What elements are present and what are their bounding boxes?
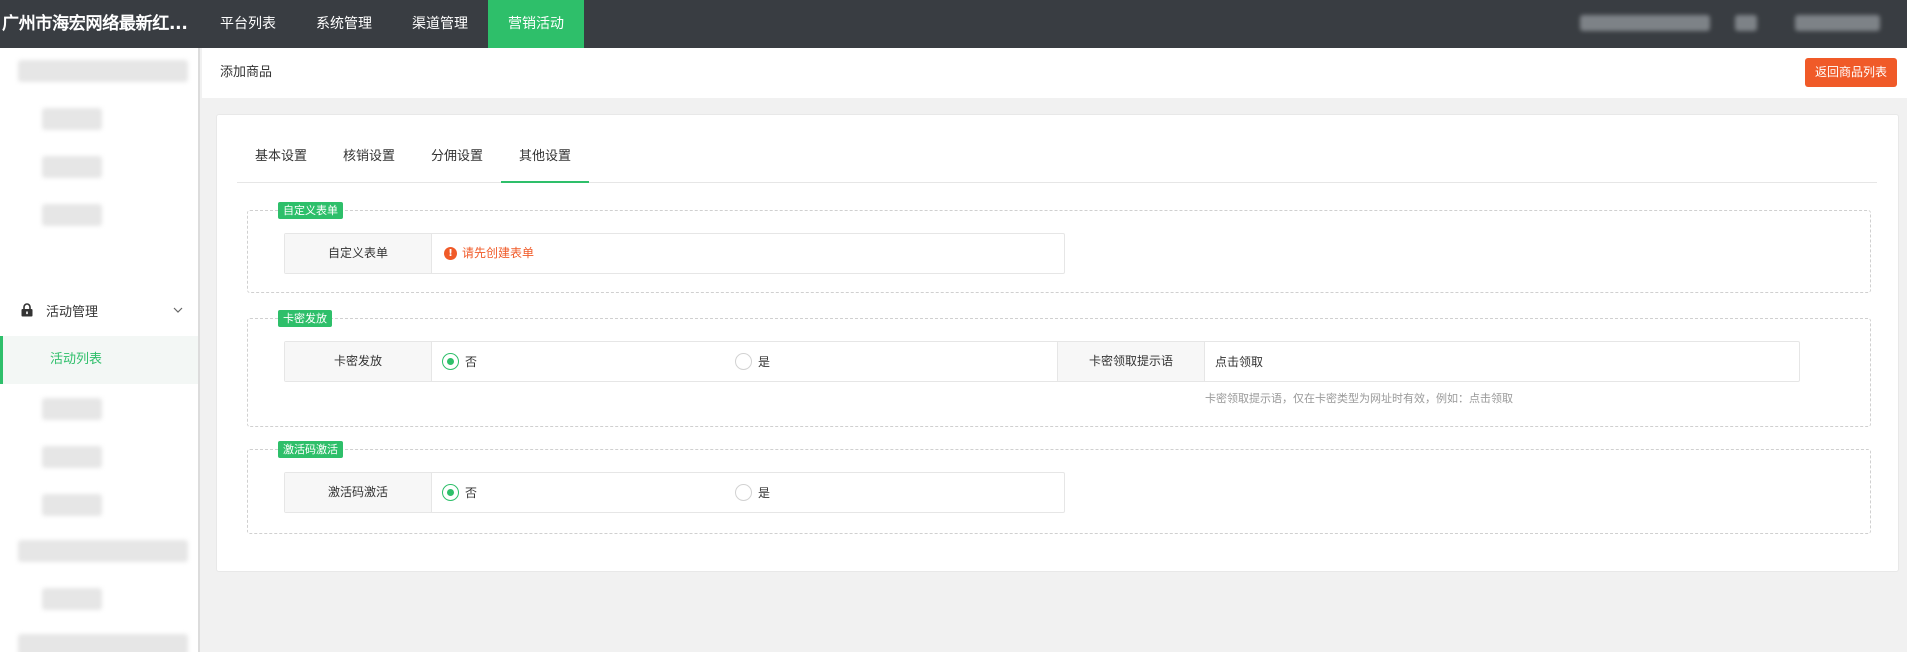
field-label: 自定义表单 bbox=[285, 234, 432, 273]
redacted-sidebar-item[interactable] bbox=[42, 494, 102, 516]
radio-circle bbox=[442, 353, 459, 370]
tab-other-settings[interactable]: 其他设置 bbox=[501, 131, 590, 183]
activation-code-field: 激活码激活 否 是 bbox=[284, 472, 1065, 513]
tab-basic-settings[interactable]: 基本设置 bbox=[237, 131, 325, 183]
redacted-sidebar-item[interactable] bbox=[42, 446, 102, 468]
card-issue-radio-no[interactable]: 否 bbox=[442, 353, 477, 370]
field-label: 激活码激活 bbox=[285, 473, 432, 512]
radio-label: 是 bbox=[758, 486, 771, 500]
redacted-icon[interactable] bbox=[1735, 15, 1757, 31]
top-nav-item-channel-management[interactable]: 渠道管理 bbox=[392, 0, 488, 48]
field-label: 卡密领取提示语 bbox=[1058, 342, 1205, 381]
page-header: 添加商品 返回商品列表 bbox=[202, 48, 1907, 98]
card-issue-field: 卡密发放 否 是 bbox=[284, 341, 1065, 382]
redacted-sidebar-item[interactable] bbox=[42, 398, 102, 420]
redacted-sidebar-item[interactable] bbox=[18, 634, 188, 652]
sidebar: 活动管理 活动列表 bbox=[0, 48, 200, 652]
top-nav-item-system-management[interactable]: 系统管理 bbox=[296, 0, 392, 48]
custom-form-field: 自定义表单 ! 请先创建表单 bbox=[284, 233, 1065, 274]
redacted-sidebar-item[interactable] bbox=[18, 60, 188, 82]
fieldset-custom-form: 自定义表单 自定义表单 ! 请先创建表单 bbox=[247, 202, 1871, 293]
fieldset-legend: 自定义表单 bbox=[278, 202, 343, 219]
card-claim-tip-input[interactable] bbox=[1205, 342, 1799, 381]
create-form-warning[interactable]: ! 请先创建表单 bbox=[444, 234, 534, 273]
redacted-sidebar-item[interactable] bbox=[18, 540, 188, 562]
warning-text: 请先创建表单 bbox=[462, 246, 535, 260]
exclamation-icon: ! bbox=[444, 247, 457, 260]
top-bar: 广州市海宏网络最新红... 平台列表 系统管理 渠道管理 营销活动 bbox=[0, 0, 1907, 48]
fieldset-legend: 激活码激活 bbox=[278, 441, 343, 458]
radio-label: 是 bbox=[758, 355, 771, 369]
sidebar-item-activity-list[interactable]: 活动列表 bbox=[0, 336, 198, 384]
brand-title[interactable]: 广州市海宏网络最新红... bbox=[0, 0, 200, 48]
sidebar-group-label: 活动管理 bbox=[46, 304, 99, 320]
redacted-sidebar-item[interactable] bbox=[42, 156, 102, 178]
sidebar-group-activity-management[interactable]: 活动管理 bbox=[0, 288, 198, 332]
settings-card: 基本设置 核销设置 分佣设置 其他设置 自定义表单 自定义表单 ! 请先创建表单… bbox=[216, 114, 1899, 572]
redacted-sidebar-item[interactable] bbox=[42, 588, 102, 610]
radio-label: 否 bbox=[465, 355, 478, 369]
redacted-user-info[interactable] bbox=[1580, 15, 1710, 31]
card-claim-tip-field: 卡密领取提示语 bbox=[1057, 341, 1800, 382]
top-nav-item-marketing[interactable]: 营销活动 bbox=[488, 0, 584, 48]
card-issue-radio-yes[interactable]: 是 bbox=[735, 353, 770, 370]
redacted-sidebar-item[interactable] bbox=[42, 108, 102, 130]
tab-verification-settings[interactable]: 核销设置 bbox=[325, 131, 413, 183]
page-title: 添加商品 bbox=[220, 65, 273, 80]
radio-label: 否 bbox=[465, 486, 478, 500]
fieldset-card-issue: 卡密发放 卡密发放 否 是 卡密领取提示语 卡密领取提示语，仅在卡密类型为网址时… bbox=[247, 310, 1871, 427]
radio-circle bbox=[735, 353, 752, 370]
field-label: 卡密发放 bbox=[285, 342, 432, 381]
redacted-sidebar-item[interactable] bbox=[42, 204, 102, 226]
settings-tabs: 基本设置 核销设置 分佣设置 其他设置 bbox=[237, 131, 1877, 183]
top-nav: 平台列表 系统管理 渠道管理 营销活动 bbox=[200, 0, 584, 48]
activation-code-radio-no[interactable]: 否 bbox=[442, 484, 477, 501]
tab-commission-settings[interactable]: 分佣设置 bbox=[413, 131, 501, 183]
radio-circle bbox=[442, 484, 459, 501]
fieldset-legend: 卡密发放 bbox=[278, 310, 332, 327]
radio-circle bbox=[735, 484, 752, 501]
redacted-account[interactable] bbox=[1795, 15, 1880, 31]
card-claim-tip-hint: 卡密领取提示语，仅在卡密类型为网址时有效，例如：点击领取 bbox=[1205, 392, 1513, 405]
lock-icon bbox=[21, 303, 33, 317]
chevron-down-icon bbox=[173, 307, 183, 313]
activation-code-radio-yes[interactable]: 是 bbox=[735, 484, 770, 501]
fieldset-activation-code: 激活码激活 激活码激活 否 是 bbox=[247, 441, 1871, 534]
top-nav-item-platform-list[interactable]: 平台列表 bbox=[200, 0, 296, 48]
back-to-product-list-button[interactable]: 返回商品列表 bbox=[1804, 58, 1897, 87]
